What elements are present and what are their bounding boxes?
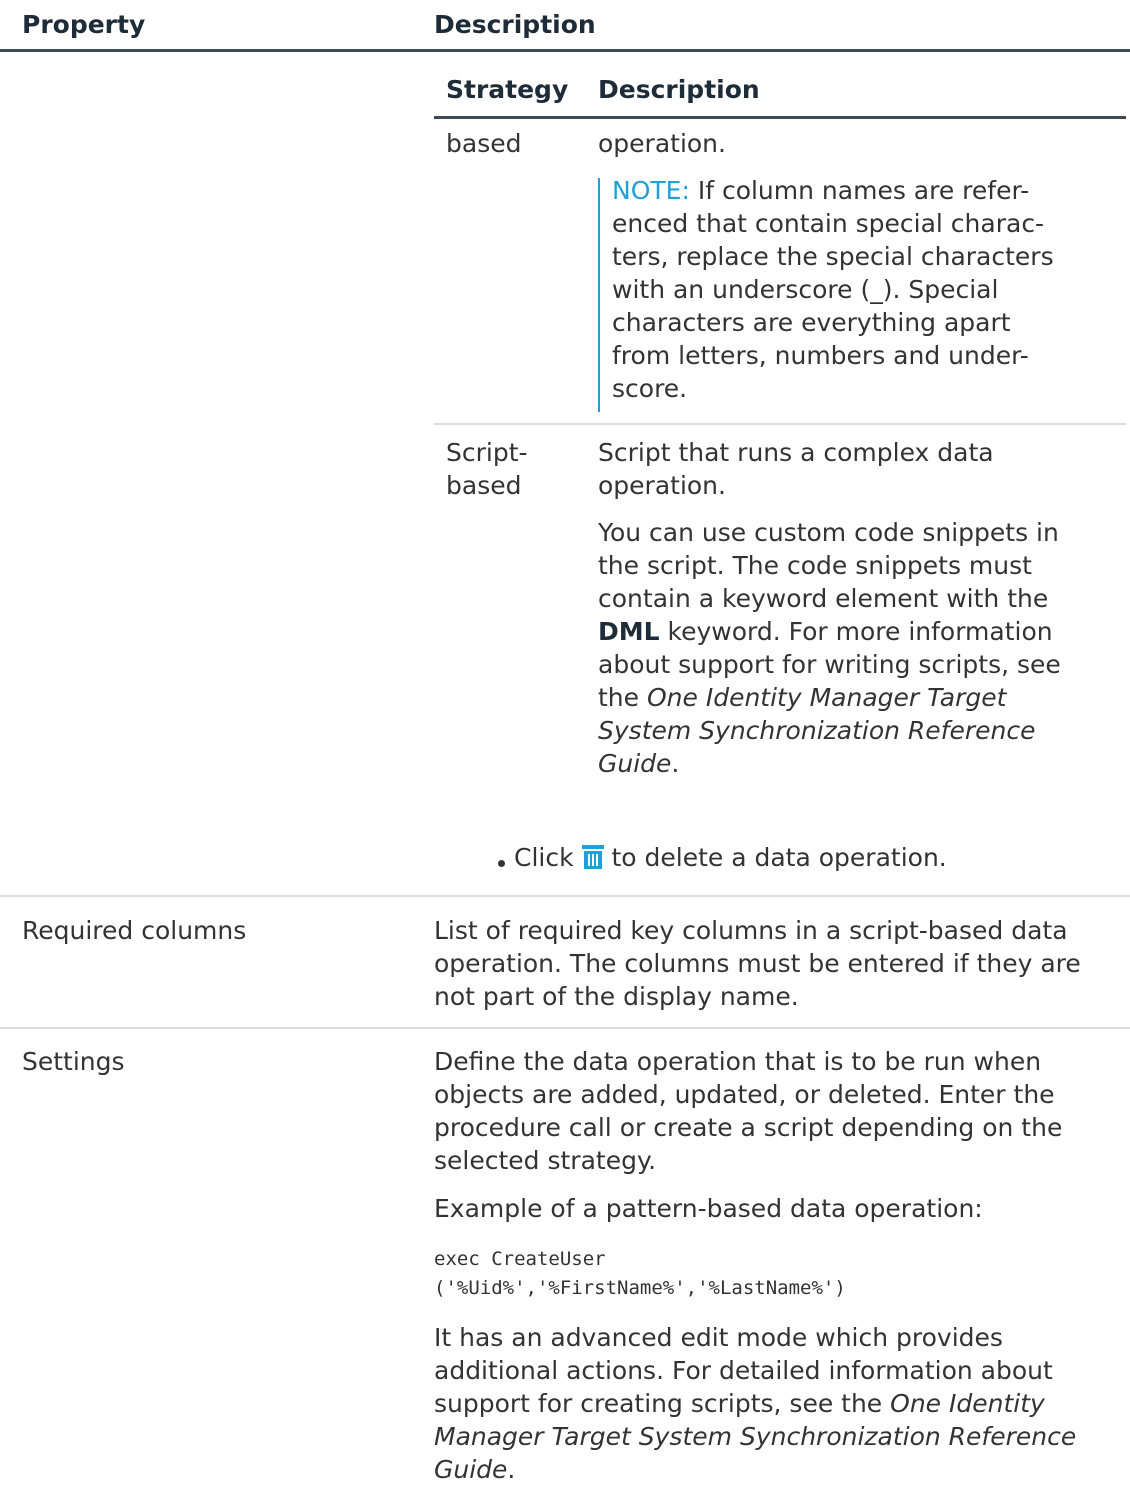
inner-column-header-description: Description [598, 75, 760, 104]
required-columns-line-3: not part of the display name. [434, 982, 799, 1011]
note-line-4: with an underscore (_). Special [612, 275, 999, 304]
row-divider-1 [0, 895, 1130, 897]
column-header-description: Description [434, 10, 596, 39]
script-para-line-1: You can use custom code snippets in [598, 518, 1059, 547]
script-para-line-6: the One Identity Manager Target [598, 681, 1006, 714]
guide-title-part-2: System Synchronization Reference [598, 716, 1036, 745]
script-para-line-5: about support for writing scripts, see [598, 650, 1061, 679]
inner-header-divider [434, 116, 1126, 119]
settings-para1-line-2: objects are added, updated, or deleted. … [434, 1080, 1055, 1109]
settings-para3-line-3: support for creating scripts, see the On… [434, 1387, 1045, 1420]
note-line-2: enced that contain special charac- [612, 209, 1045, 238]
settings-para3-line-2: additional actions. For detailed informa… [434, 1356, 1053, 1385]
strategy-cell-script-line-1: Script- [446, 438, 528, 467]
script-para-line-2: the script. The code snippets must [598, 551, 1032, 580]
code-line-1: exec CreateUser [434, 1248, 606, 1270]
settings-para1-line-1: Define the data operation that is to be … [434, 1047, 1042, 1076]
settings-para1-line-4: selected strategy. [434, 1146, 657, 1175]
bullet-text-pre: Click [514, 843, 582, 872]
strategy-description-pattern: operation. [598, 129, 726, 158]
settings-para3-line-3-pre: support for creating scripts, see the [434, 1389, 891, 1418]
property-required-columns: Required columns [22, 916, 247, 945]
script-para-line-4-rest: keyword. For more information [659, 617, 1053, 646]
note-line-6: from letters, numbers and under- [612, 341, 1029, 370]
script-para-line-3: contain a keyword element with the [598, 584, 1049, 613]
inner-column-header-strategy: Strategy [446, 75, 569, 104]
dml-keyword: DML [598, 617, 660, 646]
trash-icon[interactable] [581, 844, 604, 877]
note-line-5: characters are everything apart [612, 308, 1011, 337]
script-para-line-8: Guide. [598, 747, 679, 780]
script-description-line-1: Script that runs a complex data [598, 438, 994, 467]
header-divider [0, 49, 1130, 52]
bullet-text-post: to delete a data operation. [603, 843, 947, 872]
property-settings: Settings [22, 1047, 125, 1076]
script-para-line-4: DML keyword. For more information [598, 615, 1053, 648]
inner-row-divider [434, 423, 1126, 425]
strategy-cell-pattern: based [446, 129, 522, 158]
settings-guide-title-part-3: Guide [434, 1455, 508, 1484]
settings-para1-line-3: procedure call or create a script depend… [434, 1113, 1063, 1142]
note-line-7: score. [612, 374, 688, 403]
guide-title-part-1: One Identity Manager Target [646, 683, 1007, 712]
settings-para3-line-1: It has an advanced edit mode which provi… [434, 1323, 1003, 1352]
bullet-dot [498, 860, 505, 867]
code-line-2: ('%Uid%','%FirstName%','%LastName%') [434, 1277, 846, 1299]
settings-para3-line-5: Guide. [434, 1453, 515, 1486]
required-columns-line-1: List of required key columns in a script… [434, 916, 1068, 945]
note-line-3: ters, replace the special characters [612, 242, 1054, 271]
row-divider-2 [0, 1027, 1130, 1029]
strategy-cell-script-line-2: based [446, 471, 522, 500]
required-columns-line-2: operation. The columns must be entered i… [434, 949, 1081, 978]
settings-para3-line-4: Manager Target System Synchronization Re… [434, 1420, 1076, 1453]
note-label: NOTE: [612, 176, 690, 205]
document-page: Property Description Strategy Descriptio… [0, 0, 1130, 1484]
settings-guide-title-part-1: One Identity [890, 1389, 1045, 1418]
settings-guide-title-part-2: Manager Target System Synchronization Re… [434, 1422, 1077, 1451]
script-description-line-2: operation. [598, 471, 726, 500]
guide-title-part-3: Guide [598, 749, 672, 778]
settings-para3-line-5-rest: . [507, 1455, 516, 1484]
script-para-line-6-pre: the [598, 683, 647, 712]
script-para-line-7: System Synchronization Reference [598, 714, 1035, 747]
note-accent-bar [598, 178, 600, 412]
note-text-1: If column names are refer- [697, 176, 1030, 205]
note-line-1: NOTE: If column names are refer- [612, 174, 1029, 207]
settings-example-heading: Example of a pattern-based data operatio… [434, 1194, 983, 1223]
bullet-item-delete: Click to delete a data operation. [514, 841, 947, 877]
script-para-line-8-rest: . [671, 749, 680, 778]
column-header-property: Property [22, 10, 146, 39]
